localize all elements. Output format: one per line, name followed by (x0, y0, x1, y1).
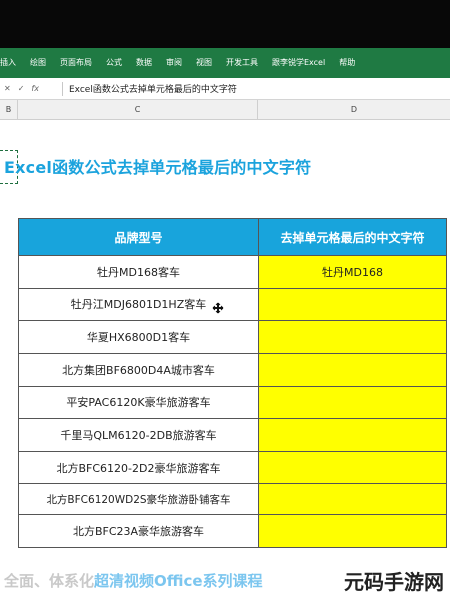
tab-view[interactable]: 视图 (189, 48, 219, 78)
column-header-b[interactable]: B (0, 100, 18, 120)
footer-text-1: 全面、体系化 (4, 572, 95, 590)
tab-page-layout[interactable]: 页面布局 (53, 48, 99, 78)
table-row: 北方BFC6120WD2S豪华旅游卧铺客车 (18, 483, 447, 516)
model-cell[interactable]: 北方BFC6120WD2S豪华旅游卧铺客车 (18, 483, 259, 516)
result-cell[interactable] (258, 287, 447, 322)
column-headers: B C D (0, 100, 450, 120)
result-cell[interactable] (258, 352, 447, 387)
tab-learn-excel[interactable]: 跟李锐学Excel (265, 48, 332, 78)
confirm-icon[interactable]: ✓ (18, 84, 25, 93)
top-black-bar (0, 0, 450, 48)
result-cell[interactable] (258, 385, 447, 420)
model-cell[interactable]: 牡丹MD168客车 (18, 255, 259, 289)
result-cell[interactable] (258, 418, 447, 452)
result-cell[interactable] (258, 483, 447, 516)
tab-insert[interactable]: 插入 (0, 48, 23, 78)
tab-review[interactable]: 审阅 (159, 48, 189, 78)
formula-divider (62, 81, 63, 96)
table-row: 平安PAC6120K豪华旅游客车 (18, 385, 447, 420)
formula-controls: ✕ ✓ fx (0, 84, 62, 93)
column-header-c[interactable]: C (18, 100, 258, 120)
result-cell[interactable] (258, 514, 447, 548)
tab-draw[interactable]: 绘图 (23, 48, 53, 78)
tab-developer[interactable]: 开发工具 (219, 48, 265, 78)
table-row: 牡丹MD168客车 牡丹MD168 (18, 255, 447, 289)
tab-data[interactable]: 数据 (129, 48, 159, 78)
cursor-icon (212, 302, 224, 314)
course-footer: 全面、体系化超清视频Office系列课程 (4, 570, 263, 591)
tab-formulas[interactable]: 公式 (99, 48, 129, 78)
formula-bar: ✕ ✓ fx Excel函数公式去掉单元格最后的中文字符 (0, 78, 450, 100)
tab-help[interactable]: 帮助 (332, 48, 362, 78)
column-header-d[interactable]: D (258, 100, 450, 120)
table-row: 华夏HX6800D1客车 (18, 320, 447, 354)
table-row: 北方BFC6120-2D2豪华旅游客车 (18, 450, 447, 485)
footer-text-2: 超清视频Office系列课程 (94, 572, 263, 590)
result-cell[interactable] (258, 320, 447, 354)
watermark: 元码手游网 (344, 570, 444, 594)
formula-input[interactable]: Excel函数公式去掉单元格最后的中文字符 (69, 82, 237, 95)
function-icon[interactable]: fx (31, 84, 39, 93)
cancel-icon[interactable]: ✕ (4, 84, 11, 93)
model-cell[interactable]: 北方集团BF6800D4A城市客车 (18, 352, 259, 387)
table-row: 牡丹江MDJ6801D1HZ客车 (18, 287, 447, 322)
data-table: 品牌型号 去掉单元格最后的中文字符 牡丹MD168客车 牡丹MD168 牡丹江M… (18, 218, 447, 548)
sheet-title[interactable]: Excel函数公式去掉单元格最后的中文字符 (4, 154, 311, 178)
model-cell[interactable]: 平安PAC6120K豪华旅游客车 (18, 385, 259, 420)
model-cell[interactable]: 华夏HX6800D1客车 (18, 320, 259, 354)
result-cell[interactable]: 牡丹MD168 (258, 255, 447, 289)
model-cell[interactable]: 北方BFC6120-2D2豪华旅游客车 (18, 450, 259, 485)
model-cell[interactable]: 北方BFC23A豪华旅游客车 (18, 514, 259, 548)
table-row: 北方BFC23A豪华旅游客车 (18, 514, 447, 548)
result-cell[interactable] (258, 450, 447, 485)
ribbon-tabs: 插入 绘图 页面布局 公式 数据 审阅 视图 开发工具 跟李锐学Excel 帮助 (0, 48, 450, 78)
header-result[interactable]: 去掉单元格最后的中文字符 (258, 218, 447, 256)
model-cell[interactable]: 千里马QLM6120-2DB旅游客车 (18, 418, 259, 452)
table-row: 千里马QLM6120-2DB旅游客车 (18, 418, 447, 452)
header-brand-model[interactable]: 品牌型号 (18, 218, 259, 256)
table-row: 北方集团BF6800D4A城市客车 (18, 352, 447, 387)
